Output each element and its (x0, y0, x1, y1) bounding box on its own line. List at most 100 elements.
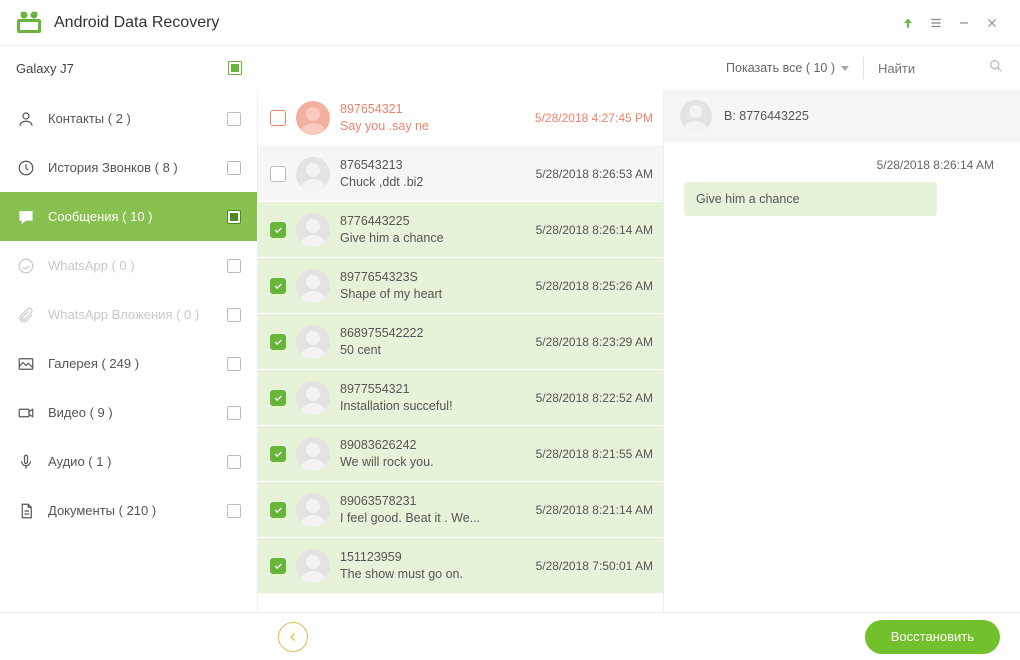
message-row[interactable]: 151123959The show must go on.5/28/2018 7… (258, 538, 663, 594)
message-number: 868975542222 (340, 326, 526, 340)
menu-icon[interactable] (922, 9, 950, 37)
message-bubble: Give him a chance (684, 182, 937, 216)
message-checkbox[interactable] (270, 278, 286, 294)
toolbar: Galaxy J7 Показать все ( 10 ) (0, 46, 1020, 90)
device-checkbox[interactable] (228, 61, 242, 75)
minimize-icon[interactable] (950, 9, 978, 37)
sidebar-item-checkbox[interactable] (227, 112, 241, 126)
audio-icon (16, 452, 36, 472)
avatar-icon (296, 493, 330, 527)
divider (863, 57, 864, 79)
sidebar-item-label: WhatsApp ( 0 ) (48, 258, 135, 273)
sidebar-item-gallery[interactable]: Галерея ( 249 ) (0, 339, 257, 388)
sidebar-item-checkbox[interactable] (227, 504, 241, 518)
thread-header: B: 8776443225 (664, 90, 1020, 142)
message-checkbox[interactable] (270, 446, 286, 462)
message-row[interactable]: 8977554321Installation succeful!5/28/201… (258, 370, 663, 426)
message-row[interactable]: 89063578231I feel good. Beat it . We...5… (258, 482, 663, 538)
gallery-icon (16, 354, 36, 374)
sidebar-item-label: Аудио ( 1 ) (48, 454, 111, 469)
search-icon[interactable] (988, 58, 1004, 79)
message-time: 5/28/2018 8:26:53 AM (536, 167, 653, 181)
avatar-icon (296, 381, 330, 415)
thread-timestamp: 5/28/2018 8:26:14 AM (684, 154, 1000, 182)
share-icon[interactable] (894, 9, 922, 37)
sidebar-item-whatsapp: WhatsApp ( 0 ) (0, 241, 257, 290)
message-row[interactable]: 89083626242We will rock you.5/28/2018 8:… (258, 426, 663, 482)
close-icon[interactable] (978, 9, 1006, 37)
message-row[interactable]: 8776443225Give him a chance5/28/2018 8:2… (258, 202, 663, 258)
contacts-icon (16, 109, 36, 129)
docs-icon (16, 501, 36, 521)
message-checkbox[interactable] (270, 502, 286, 518)
message-checkbox[interactable] (270, 166, 286, 182)
message-time: 5/28/2018 8:21:55 AM (536, 447, 653, 461)
app-logo-icon (14, 9, 44, 37)
sidebar-item-messages[interactable]: Сообщения ( 10 ) (0, 192, 257, 241)
avatar-icon (296, 157, 330, 191)
filter-label: Показать все ( 10 ) (726, 61, 835, 75)
search-box[interactable] (878, 58, 1004, 79)
device-selector[interactable]: Galaxy J7 (0, 46, 258, 90)
avatar-icon (296, 549, 330, 583)
sidebar-item-calls[interactable]: История Звонков ( 8 ) (0, 143, 257, 192)
sidebar-item-label: Контакты ( 2 ) (48, 111, 131, 126)
message-time: 5/28/2018 8:25:26 AM (536, 279, 653, 293)
sidebar-item-audio[interactable]: Аудио ( 1 ) (0, 437, 257, 486)
avatar-icon (296, 269, 330, 303)
message-preview: Installation succeful! (340, 399, 526, 413)
message-row[interactable]: 86897554222250 cent5/28/2018 8:23:29 AM (258, 314, 663, 370)
sidebar-item-label: Документы ( 210 ) (48, 503, 156, 518)
footer: Восстановить (0, 612, 1020, 660)
sidebar-item-label: Галерея ( 249 ) (48, 356, 139, 371)
sidebar-item-checkbox[interactable] (227, 308, 241, 322)
messages-icon (16, 207, 36, 227)
titlebar: Android Data Recovery (0, 0, 1020, 46)
sidebar-item-checkbox[interactable] (227, 259, 241, 273)
sidebar-item-checkbox[interactable] (227, 455, 241, 469)
message-number: 897654321 (340, 102, 525, 116)
message-preview: We will rock you. (340, 455, 526, 469)
sidebar: Контакты ( 2 ) История Звонков ( 8 ) Сообщ… (0, 90, 258, 612)
message-number: 876543213 (340, 158, 526, 172)
sidebar-item-checkbox[interactable] (227, 210, 241, 224)
chevron-down-icon (841, 66, 849, 71)
video-icon (16, 403, 36, 423)
avatar-icon (296, 325, 330, 359)
sidebar-item-label: Видео ( 9 ) (48, 405, 113, 420)
sidebar-item-label: Сообщения ( 10 ) (48, 209, 153, 224)
message-row[interactable]: 8977654323SShape of my heart5/28/2018 8:… (258, 258, 663, 314)
message-time: 5/28/2018 4:27:45 PM (535, 111, 653, 125)
back-button[interactable] (278, 622, 308, 652)
avatar-icon (296, 213, 330, 247)
sidebar-item-checkbox[interactable] (227, 161, 241, 175)
recover-button[interactable]: Восстановить (865, 620, 1000, 654)
message-checkbox[interactable] (270, 390, 286, 406)
sidebar-item-label: WhatsApp Вложения ( 0 ) (48, 307, 199, 322)
message-checkbox[interactable] (270, 558, 286, 574)
message-number: 8776443225 (340, 214, 526, 228)
message-preview: Say you .say ne (340, 119, 525, 133)
message-row[interactable]: 897654321 Say you .say ne 5/28/2018 4:27:4… (258, 90, 663, 146)
thread-contact: B: 8776443225 (724, 109, 809, 123)
message-preview: Chuck ,ddt .bi2 (340, 175, 526, 189)
filter-dropdown[interactable]: Показать все ( 10 ) (726, 61, 849, 75)
main-area: Контакты ( 2 ) История Звонков ( 8 ) Сообщ… (0, 90, 1020, 612)
sidebar-item-contacts[interactable]: Контакты ( 2 ) (0, 94, 257, 143)
message-time: 5/28/2018 8:22:52 AM (536, 391, 653, 405)
sidebar-item-checkbox[interactable] (227, 357, 241, 371)
message-checkbox[interactable] (270, 334, 286, 350)
message-checkbox[interactable] (270, 110, 286, 126)
message-row[interactable]: 876543213 Chuck ,ddt .bi2 5/28/2018 8:26:5… (258, 146, 663, 202)
message-checkbox[interactable] (270, 222, 286, 238)
sidebar-item-checkbox[interactable] (227, 406, 241, 420)
message-preview: I feel good. Beat it . We... (340, 511, 526, 525)
sidebar-item-video[interactable]: Видео ( 9 ) (0, 388, 257, 437)
search-input[interactable] (878, 61, 938, 76)
message-number: 151123959 (340, 550, 526, 564)
avatar-icon (296, 101, 330, 135)
app-title: Android Data Recovery (54, 14, 219, 32)
sidebar-item-label: История Звонков ( 8 ) (48, 160, 178, 175)
sidebar-item-docs[interactable]: Документы ( 210 ) (0, 486, 257, 535)
message-time: 5/28/2018 7:50:01 AM (536, 559, 653, 573)
